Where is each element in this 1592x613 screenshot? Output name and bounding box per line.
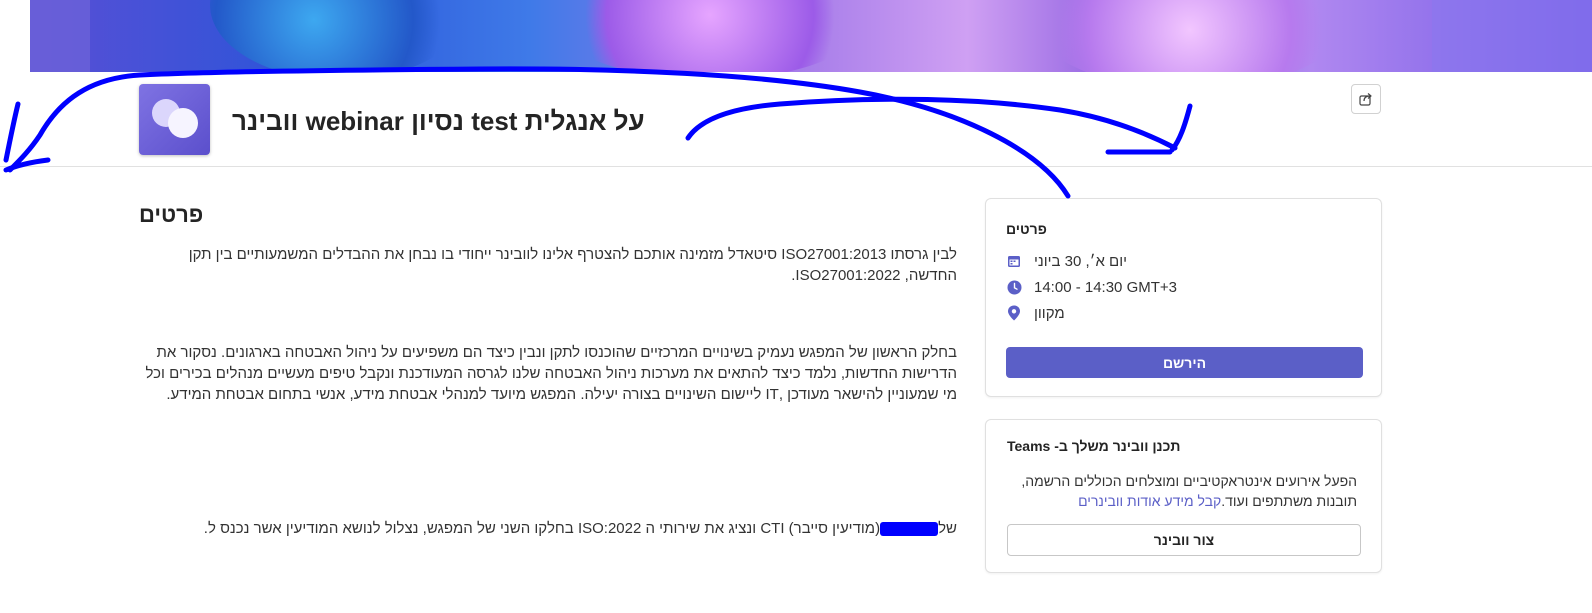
calendar-icon: [1006, 253, 1022, 269]
redaction-mark: [880, 522, 939, 537]
webinar-app-icon: [139, 84, 210, 155]
webinar-info-link[interactable]: קבל מידע אודות וובינרים: [1078, 493, 1221, 509]
banner-shape: [210, 0, 470, 72]
location-pin-icon: [1006, 305, 1022, 321]
share-icon: [1359, 93, 1372, 106]
description-paragraph-2: בחלק הראשון של המפגש נעמיק בשינויים המרכ…: [145, 344, 957, 403]
page-title: על אנגלית test נסיון webinar וובינר: [232, 106, 645, 136]
paragraph-3-text: (מודיעין סייבר) CTI ונציג את שירותי ה IS…: [203, 520, 881, 537]
banner-shape: [30, 0, 90, 72]
details-card-title: פרטים: [1006, 221, 1047, 237]
location-row: מקוון: [1006, 302, 1065, 324]
create-webinar-button[interactable]: צור וובינר: [1007, 524, 1361, 556]
time-row: 14:00 - 14:30 GMT+3: [1006, 276, 1177, 298]
teams-promo-card: Teams -תכנן וובינר משלך ב הפעל אירועים א…: [985, 419, 1382, 573]
share-button[interactable]: [1351, 84, 1381, 114]
event-date: יום א׳, 30 ביוני: [1034, 252, 1128, 270]
banner-shape: [1030, 0, 1350, 72]
description-paragraph-3: של (מודיעין סייבר) CTI ונציג את שירותי ה …: [139, 518, 957, 539]
event-banner: [30, 0, 1592, 72]
clock-icon: [1006, 279, 1022, 295]
paragraph-3-prefix: של: [938, 520, 957, 537]
banner-shape: [1432, 0, 1592, 72]
teams-card-title: Teams -תכנן וובינר משלך ב: [1007, 438, 1181, 454]
date-row: יום א׳, 30 ביוני: [1006, 250, 1127, 272]
details-heading: פרטים: [139, 202, 204, 227]
app-icon-shape: [168, 108, 198, 138]
event-time: 14:00 - 14:30 GMT+3: [1034, 278, 1177, 296]
banner-shape: [550, 0, 870, 72]
register-button[interactable]: הירשם: [1006, 347, 1363, 378]
event-location: מקוון: [1034, 304, 1065, 322]
description-paragraph-1: לבין גרסתו ISO27001:2013 סיטאדל מזמינה א…: [188, 246, 957, 284]
teams-card-text: הפעל אירועים אינטראקטיביים ומוצלחים הכול…: [1007, 471, 1357, 511]
event-details-card: פרטים יום א׳, 30 ביוני 14:00 - 14:30 GMT…: [985, 198, 1382, 397]
